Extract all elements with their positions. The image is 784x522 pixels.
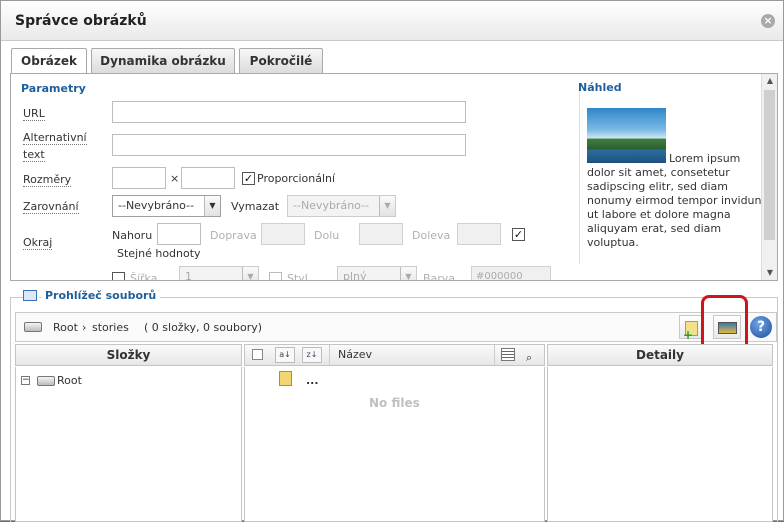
same-values-label: Stejné hodnoty — [117, 247, 201, 260]
margin-top-input[interactable] — [157, 223, 201, 245]
folder-summary: ( 0 složky, 0 soubory) — [144, 321, 263, 334]
sort-az-icon[interactable]: a↓ — [275, 347, 295, 363]
plus-icon: + — [683, 328, 694, 342]
breadcrumb-current[interactable]: stories — [92, 321, 129, 334]
breadcrumb-root[interactable]: Root — [53, 321, 78, 334]
clear-select-value: --Nevybráno-- — [293, 199, 370, 212]
proportional-label: Proporcionální — [257, 172, 336, 185]
border-checkbox[interactable] — [112, 272, 125, 280]
scroll-down-icon[interactable]: ▼ — [762, 266, 777, 280]
dialog-title: Správce obrázků — [15, 13, 147, 29]
tree-collapse-toggle[interactable]: − — [21, 376, 30, 385]
preview-heading: Náhled — [578, 81, 622, 94]
help-icon[interactable]: ? — [750, 316, 772, 338]
margin-bottom-input[interactable] — [359, 223, 403, 245]
alignment-select-value: --Nevybráno-- — [118, 199, 195, 212]
border-style-checkbox[interactable] — [269, 272, 282, 280]
border-color-input[interactable]: #000000 — [471, 266, 551, 281]
border-style-label: Styl — [287, 272, 308, 281]
scroll-up-icon[interactable]: ▲ — [762, 74, 777, 88]
root-drive-icon — [37, 376, 55, 386]
file-browser-toolbar: Root › stories ( 0 složky, 0 soubory) + … — [15, 312, 777, 342]
chevron-down-icon: ▼ — [242, 267, 258, 280]
dimensions-separator: × — [170, 172, 180, 185]
dimensions-label: Rozměry — [23, 173, 72, 187]
binoculars-icon[interactable]: ⌕ — [526, 348, 532, 368]
border-style-select[interactable]: plný ▼ — [337, 266, 417, 281]
image-manager-dialog: Správce obrázků × Obrázek Dynamika obráz… — [0, 0, 784, 522]
alignment-select[interactable]: --Nevybráno-- ▼ — [112, 195, 221, 217]
alt-text-label-line1: Alternativní — [23, 131, 87, 145]
preview-divider — [579, 84, 580, 264]
parent-directory[interactable]: ... — [306, 374, 319, 387]
tree-root[interactable]: Root — [57, 374, 82, 387]
dialog-titlebar: Správce obrázků × — [1, 1, 783, 41]
close-icon[interactable]: × — [761, 14, 775, 28]
no-files-message: No files — [369, 396, 420, 410]
tab-advanced[interactable]: Pokročilé — [239, 48, 323, 73]
margin-left-input[interactable] — [457, 223, 501, 245]
border-width-label: Šířka — [130, 272, 158, 281]
chevron-down-icon: ▼ — [204, 196, 220, 216]
alignment-label: Zarovnání — [23, 200, 79, 214]
image-properties-panel: Parametry URL Alternativní text Rozměry … — [10, 73, 778, 281]
url-label: URL — [23, 107, 45, 121]
border-style-value: plný — [343, 270, 367, 281]
tab-image-dynamics[interactable]: Dynamika obrázku — [91, 48, 235, 73]
border-width-select[interactable]: 1 ▼ — [179, 266, 259, 281]
clear-select[interactable]: --Nevybráno-- ▼ — [287, 195, 396, 217]
parameters-heading: Parametry — [21, 82, 86, 95]
url-input[interactable] — [112, 101, 466, 123]
alt-text-label-line2: text — [23, 148, 45, 162]
details-column-header: Detaily — [547, 344, 773, 366]
margin-right-input[interactable] — [261, 223, 305, 245]
tab-image[interactable]: Obrázek — [11, 48, 87, 75]
tab-image-dynamics-label: Dynamika obrázku — [100, 54, 226, 68]
margin-top-label: Nahoru — [112, 229, 153, 242]
same-values-checkbox[interactable]: ✓ — [512, 228, 525, 241]
preview-text: Lorem ipsum dolor sit amet, consetetur s… — [587, 152, 767, 250]
details-pane — [547, 367, 773, 522]
margin-left-label: Doleva — [412, 229, 451, 242]
files-column-header: a↓ z↓ Název ⌕ — [244, 344, 545, 366]
clear-label: Vymazat — [231, 200, 280, 213]
folders-column-header: Složky — [15, 344, 242, 366]
folders-header-label: Složky — [106, 348, 151, 362]
breadcrumb-separator: › — [82, 321, 87, 334]
chevron-down-icon: ▼ — [400, 267, 416, 280]
border-color-label: Barva — [423, 272, 456, 281]
chevron-down-icon: ▼ — [379, 196, 395, 216]
name-column[interactable]: Název — [329, 345, 495, 365]
border-color-value: #000000 — [476, 271, 523, 281]
parent-folder-icon[interactable] — [279, 371, 292, 386]
alt-text-input[interactable] — [112, 134, 466, 156]
scrollbar-thumb[interactable] — [764, 90, 775, 240]
margin-label: Okraj — [23, 236, 53, 250]
width-input[interactable] — [112, 167, 166, 189]
name-column-label: Název — [338, 348, 373, 361]
file-browser-icon — [23, 290, 37, 301]
details-header-label: Detaily — [636, 348, 684, 362]
drive-icon — [24, 322, 42, 332]
new-folder-button[interactable]: + — [679, 315, 703, 342]
tab-image-label: Obrázek — [21, 54, 77, 68]
sort-za-icon[interactable]: z↓ — [302, 347, 322, 363]
margin-bottom-label: Dolu — [314, 229, 340, 242]
height-input[interactable] — [181, 167, 235, 189]
tab-advanced-label: Pokročilé — [249, 54, 313, 68]
proportional-checkbox[interactable]: ✓ — [242, 172, 255, 185]
preview-lorem: Lorem ipsum dolor sit amet, consetetur s… — [587, 152, 766, 249]
files-pane: ... No files — [244, 367, 545, 522]
folders-pane: − Root — [15, 367, 242, 522]
file-browser-legend: Prohlížeč souborů — [41, 289, 161, 302]
list-view-icon[interactable] — [501, 348, 515, 361]
select-all-checkbox[interactable] — [252, 349, 263, 360]
panel-scrollbar[interactable]: ▲ ▼ — [761, 74, 777, 280]
margin-right-label: Doprava — [210, 229, 257, 242]
border-width-value: 1 — [185, 270, 192, 281]
